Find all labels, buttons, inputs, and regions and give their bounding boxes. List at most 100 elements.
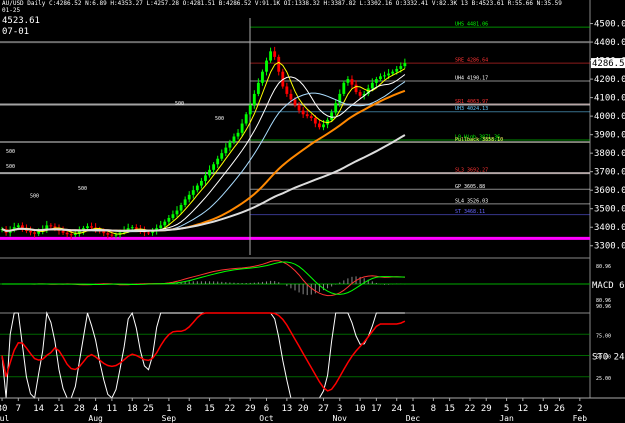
- price-tick-label: 3800.00: [594, 149, 625, 159]
- candle-body: [395, 68, 399, 72]
- x-month-label: Oct: [259, 414, 274, 423]
- last-price-label: 4286.52: [592, 59, 625, 69]
- x-tick-label: 11: [106, 404, 117, 414]
- candle-body: [147, 232, 150, 234]
- candle-body: [383, 75, 386, 77]
- x-tick-label: 29: [245, 404, 256, 414]
- candle-body: [240, 123, 244, 133]
- candle-body: [244, 114, 248, 124]
- price-tick-label: 3500.00: [594, 205, 625, 215]
- candle-body: [216, 158, 220, 165]
- candle-body: [33, 232, 37, 234]
- candle-body: [159, 225, 163, 229]
- candle-body: [236, 132, 240, 137]
- x-tick-label: 17: [371, 404, 382, 414]
- x-tick-label: 22: [224, 404, 235, 414]
- macd-tick-label: 90.96: [596, 304, 611, 310]
- candle-body: [265, 60, 268, 72]
- x-month-label: Nov: [333, 414, 348, 423]
- trading-chart[interactable]: 3300.00 3400.00 3500.00 3600.00 3700.00 3800.…: [0, 0, 625, 423]
- candle-body: [322, 124, 325, 128]
- x-month-label: Sep: [162, 414, 177, 423]
- candle-body: [130, 227, 134, 229]
- macd-label: MACD 6: [592, 281, 625, 291]
- x-tick-label: 24: [391, 404, 402, 414]
- candle-body: [86, 226, 89, 229]
- volume-label: 500: [175, 101, 184, 107]
- candle-body: [317, 123, 321, 128]
- x-tick-label: 15: [204, 404, 215, 414]
- x-tick-label: 25: [143, 404, 154, 414]
- level-label: SL4 3526.03: [455, 198, 488, 204]
- price-tick-label: 3400.00: [594, 223, 625, 233]
- level-label: UHS 4481.06: [455, 22, 488, 28]
- candle-body: [313, 117, 317, 124]
- x-tick-label: 6: [264, 404, 269, 414]
- sto-d-line: [1, 312, 406, 392]
- candle-body: [61, 230, 65, 233]
- x-tick-label: 18: [127, 404, 138, 414]
- x-month-label: Jan: [499, 414, 514, 423]
- price-tick-label: 3300.00: [594, 242, 625, 252]
- level-label: ST 3468.11: [455, 209, 485, 215]
- level-label: SRE 4286.64: [455, 58, 488, 64]
- candle-body: [334, 103, 338, 113]
- candle-body: [309, 116, 313, 118]
- price-tick-label: 3600.00: [594, 186, 625, 196]
- candle-body: [212, 164, 216, 170]
- x-tick-label: 12: [517, 404, 528, 414]
- x-tick-label: 1: [410, 404, 415, 414]
- candle-body: [134, 227, 138, 229]
- candle-body: [301, 110, 305, 115]
- ma-10-line: [1, 74, 406, 233]
- candle-body: [220, 153, 224, 159]
- candle-body: [208, 169, 211, 176]
- candle-body: [350, 79, 354, 85]
- candle-body: [195, 185, 199, 191]
- x-tick-label: 2: [577, 404, 582, 414]
- candle-body: [29, 230, 32, 233]
- candle-body: [305, 114, 309, 117]
- candle-body: [269, 51, 273, 61]
- candle-body: [171, 214, 175, 218]
- candle-body: [163, 221, 167, 226]
- macd-line: [2, 260, 405, 297]
- candle-body: [69, 234, 73, 236]
- x-tick-label: 13: [281, 404, 292, 414]
- price-tick-label: 4100.00: [594, 94, 625, 104]
- candle-body: [106, 233, 110, 235]
- candle-body: [256, 82, 260, 94]
- candle-body: [187, 194, 191, 200]
- candle-body: [285, 86, 289, 94]
- level-label: UH3 4024.13: [455, 106, 488, 112]
- candle-body: [191, 190, 195, 195]
- price-tick-label: 4000.00: [594, 112, 625, 122]
- volume-label: 500: [78, 186, 87, 192]
- candle-body: [183, 199, 187, 206]
- x-tick-label: 3: [337, 404, 342, 414]
- candle-body: [391, 71, 395, 74]
- candle-body: [90, 226, 93, 228]
- macd-tick-label: 80.96: [596, 264, 611, 270]
- candle-body: [114, 234, 118, 236]
- x-tick-label: 29: [481, 404, 492, 414]
- candle-body: [252, 93, 256, 106]
- x-month-label: Dec: [406, 414, 421, 423]
- x-tick-label: 10: [355, 404, 366, 414]
- x-tick-label: 14: [33, 404, 44, 414]
- x-tick-label: 27: [318, 404, 329, 414]
- sto-label: STO 24: [592, 353, 625, 363]
- candle-body: [273, 51, 277, 57]
- x-tick-label: 5: [504, 404, 509, 414]
- volume-label: 500: [30, 194, 39, 200]
- candle-body: [175, 210, 179, 215]
- candle-body: [379, 76, 382, 80]
- x-tick-label: 30: [0, 404, 7, 414]
- candle-body: [65, 232, 69, 235]
- x-tick-label: 4: [93, 404, 98, 414]
- candle-body: [293, 99, 297, 106]
- candle-body: [228, 142, 232, 148]
- candle-body: [179, 205, 183, 211]
- x-tick-label: 22: [465, 404, 476, 414]
- candle-body: [358, 92, 362, 96]
